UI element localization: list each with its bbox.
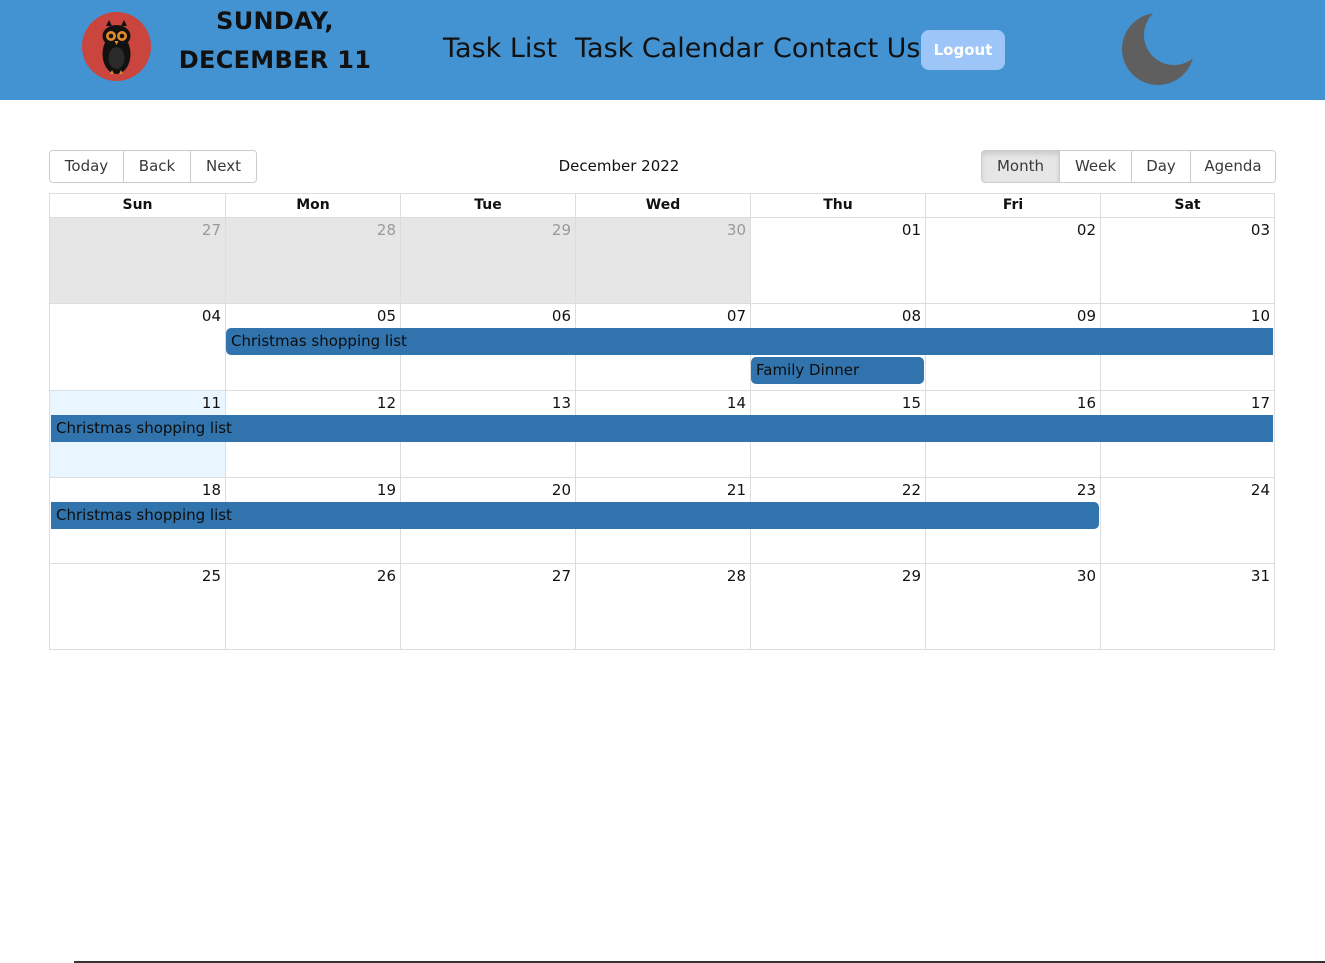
calendar-month-label: December 2022 [558, 157, 680, 175]
date-number[interactable]: 03 [1100, 220, 1274, 240]
next-button[interactable]: Next [191, 151, 256, 182]
view-agenda-button[interactable]: Agenda [1191, 151, 1275, 182]
week-row: 18 19 20 21 22 23 24 Christmas shopping list [50, 478, 1274, 564]
moon-icon[interactable] [1122, 13, 1194, 85]
date-number[interactable]: 18 [50, 480, 225, 500]
calendar-event[interactable]: Christmas shopping list [226, 328, 1273, 355]
date-weekday: SUNDAY, [216, 7, 334, 35]
weekday-sat: Sat [1100, 194, 1274, 217]
date-number[interactable]: 23 [925, 480, 1100, 500]
date-number[interactable]: 12 [225, 393, 400, 413]
weekday-thu: Thu [750, 194, 925, 217]
week-row: 11 12 13 14 15 16 17 Christmas shopping list [50, 391, 1274, 478]
date-number[interactable]: 11 [50, 393, 225, 413]
weekday-tue: Tue [400, 194, 575, 217]
date-number[interactable]: 21 [575, 480, 750, 500]
week-row: 25 26 27 28 29 30 31 [50, 564, 1274, 650]
date-number[interactable]: 08 [750, 306, 925, 326]
date-number[interactable]: 16 [925, 393, 1100, 413]
today-button[interactable]: Today [50, 151, 124, 182]
date-number[interactable]: 28 [575, 566, 750, 586]
date-number[interactable]: 25 [50, 566, 225, 586]
date-number[interactable]: 10 [1100, 306, 1274, 326]
date-number[interactable]: 04 [50, 306, 225, 326]
nav-task-list[interactable]: Task List [443, 30, 557, 68]
calendar-event[interactable]: Christmas shopping list [51, 415, 1273, 442]
date-number[interactable]: 01 [750, 220, 925, 240]
date-number[interactable]: 15 [750, 393, 925, 413]
date-number[interactable]: 29 [750, 566, 925, 586]
date-number[interactable]: 19 [225, 480, 400, 500]
date-number[interactable]: 07 [575, 306, 750, 326]
owl-logo-icon[interactable] [82, 12, 151, 81]
logout-button[interactable]: Logout [921, 30, 1005, 70]
back-button[interactable]: Back [124, 151, 191, 182]
date-day: DECEMBER 11 [178, 46, 372, 74]
date-number[interactable]: 29 [400, 220, 575, 240]
date-number[interactable]: 22 [750, 480, 925, 500]
date-number[interactable]: 06 [400, 306, 575, 326]
weekday-header: Sun Mon Tue Wed Thu Fri Sat [50, 194, 1274, 218]
date-number[interactable]: 31 [1100, 566, 1274, 586]
nav-task-calendar[interactable]: Task Calendar [575, 30, 763, 68]
view-button-group: Month Week Day Agenda [981, 150, 1276, 183]
date-number[interactable]: 20 [400, 480, 575, 500]
nav-contact-us[interactable]: Contact Us [773, 30, 920, 68]
date-number[interactable]: 30 [925, 566, 1100, 586]
weekday-sun: Sun [122, 197, 153, 213]
month-calendar: Sun Mon Tue Wed Thu Fri Sat 27 28 29 30 01 02… [49, 193, 1275, 650]
calendar-event[interactable]: Christmas shopping list [51, 502, 1099, 529]
calendar-event[interactable]: Family Dinner [751, 357, 924, 384]
date-number[interactable]: 27 [400, 566, 575, 586]
week-row: 27 28 29 30 01 02 03 [50, 218, 1274, 304]
date-number[interactable]: 09 [925, 306, 1100, 326]
date-number[interactable]: 28 [225, 220, 400, 240]
weekday-fri: Fri [925, 194, 1100, 217]
view-month-button[interactable]: Month [982, 151, 1060, 182]
date-number[interactable]: 17 [1100, 393, 1274, 413]
date-number[interactable]: 14 [575, 393, 750, 413]
nav-button-group: Today Back Next [49, 150, 257, 183]
date-number[interactable]: 05 [225, 306, 400, 326]
current-date: SUNDAY, DECEMBER 11 [170, 2, 380, 80]
view-week-button[interactable]: Week [1060, 151, 1132, 182]
date-number[interactable]: 27 [50, 220, 225, 240]
date-number[interactable]: 26 [225, 566, 400, 586]
date-number[interactable]: 30 [575, 220, 750, 240]
weekday-mon: Mon [225, 194, 400, 217]
date-number[interactable]: 02 [925, 220, 1100, 240]
weekday-wed: Wed [575, 194, 750, 217]
week-row: 04 05 06 07 08 09 10 Christmas shopping list Fam… [50, 304, 1274, 391]
date-number[interactable]: 24 [1100, 480, 1274, 500]
app-header: SUNDAY, DECEMBER 11 Task List Task Calen… [0, 0, 1325, 100]
view-day-button[interactable]: Day [1132, 151, 1191, 182]
date-number[interactable]: 13 [400, 393, 575, 413]
